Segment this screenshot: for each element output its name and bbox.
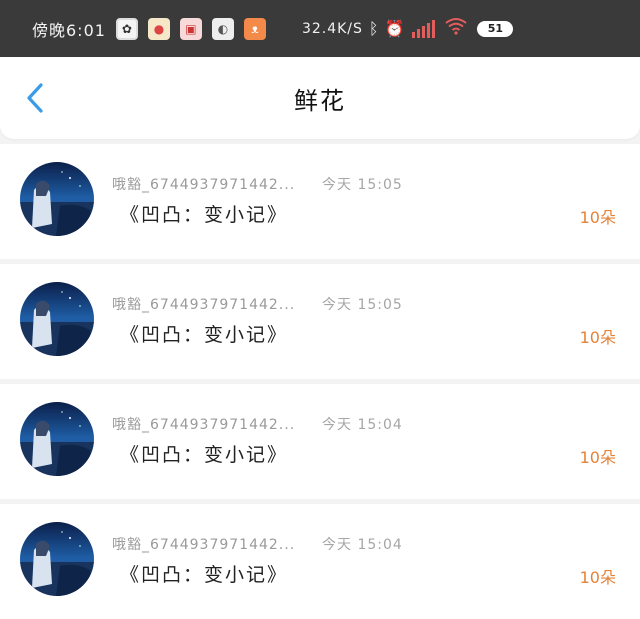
avatar[interactable] <box>20 402 94 476</box>
shop-app-icon: ▣ <box>179 17 202 40</box>
list-item[interactable]: 哦豁_6744937971442... 今天 15:05 《凹凸：变小记》 10… <box>0 144 640 259</box>
book-title: 《凹凸：变小记》 <box>120 444 289 466</box>
list-item[interactable]: 哦豁_6744937971442... 今天 15:05 《凹凸：变小记》 10… <box>0 264 640 379</box>
list-item[interactable]: 哦豁_6744937971442... 今天 15:04 《凹凸：变小记》 10… <box>0 504 640 619</box>
avatar[interactable] <box>20 522 94 596</box>
flower-record-list: 哦豁_6744937971442... 今天 15:05 《凹凸：变小记》 10… <box>0 144 640 619</box>
book-title: 《凹凸：变小记》 <box>120 204 289 226</box>
timestamp: 今天 15:05 <box>322 177 403 193</box>
avatar[interactable] <box>20 162 94 236</box>
page-title: 鲜花 <box>294 86 346 115</box>
chevron-left-icon <box>27 83 43 113</box>
avatar[interactable] <box>20 282 94 356</box>
book-title: 《凹凸：变小记》 <box>120 324 289 346</box>
wifi-icon <box>445 17 468 40</box>
rabbit-app-icon: ᴥ <box>243 17 266 40</box>
net-speed: 32.4K/S <box>301 20 363 37</box>
bluetooth-icon: ᛒ <box>368 19 379 38</box>
battery-indicator: 51 <box>477 20 514 37</box>
baidu-app-icon: ✿ <box>115 17 138 40</box>
list-item[interactable]: 哦豁_6744937971442... 今天 15:04 《凹凸：变小记》 10… <box>0 384 640 499</box>
status-time: 傍晚6:01 <box>32 20 106 40</box>
username: 哦豁_6744937971442... <box>112 297 296 313</box>
username: 哦豁_6744937971442... <box>112 417 296 433</box>
flower-count: 10朵 <box>579 448 616 467</box>
timestamp: 今天 15:05 <box>322 297 403 313</box>
back-button[interactable] <box>20 81 50 115</box>
alarm-icon: ⏰ <box>384 19 405 38</box>
signal-icon <box>412 19 436 38</box>
book-title: 《凹凸：变小记》 <box>120 564 289 586</box>
flower-count: 10朵 <box>579 568 616 587</box>
username: 哦豁_6744937971442... <box>112 177 296 193</box>
flower-count: 10朵 <box>579 208 616 227</box>
nav-bar: 鲜花 <box>0 57 640 139</box>
flower-count: 10朵 <box>579 328 616 347</box>
app-notification-icon: ● <box>147 17 170 40</box>
status-bar: 傍晚6:01 ✿ ● ▣ ◐ ᴥ 32.4K/S ᛒ ⏰ 51 <box>0 0 640 57</box>
timestamp: 今天 15:04 <box>322 537 403 553</box>
timestamp: 今天 15:04 <box>322 417 403 433</box>
username: 哦豁_6744937971442... <box>112 537 296 553</box>
file-app-icon: ◐ <box>211 17 234 40</box>
